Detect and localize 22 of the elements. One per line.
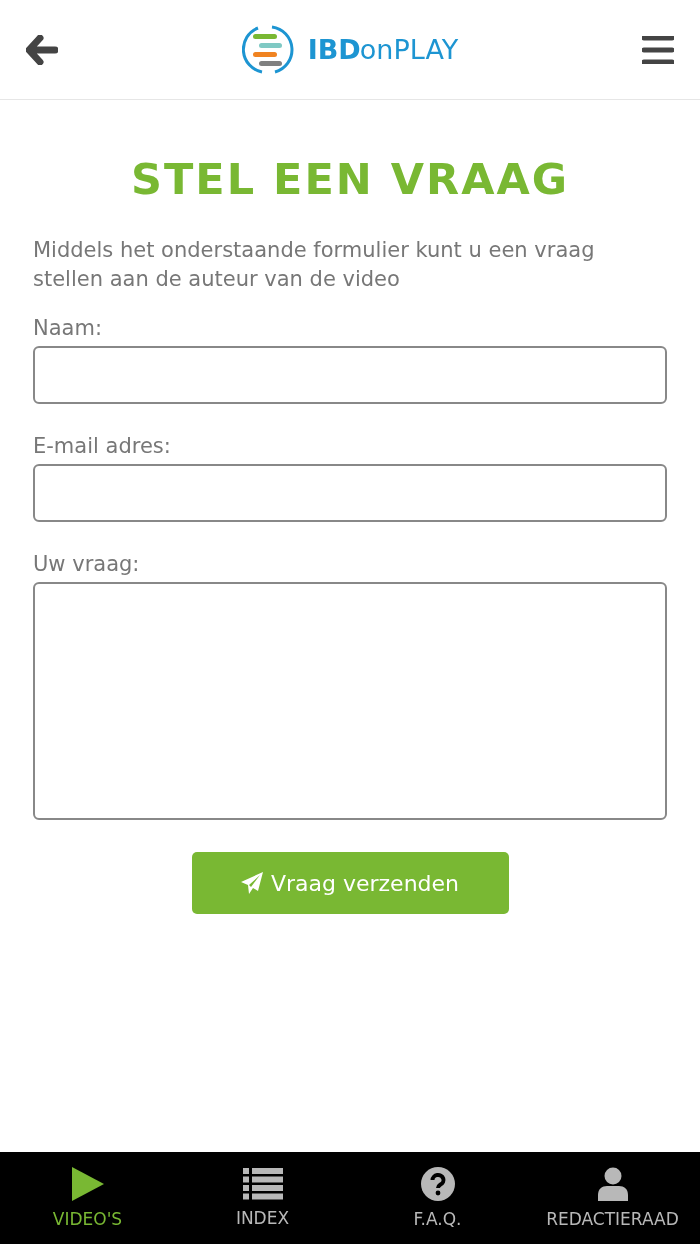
menu-button[interactable] bbox=[642, 35, 674, 64]
field-label: Uw vraag: bbox=[33, 552, 141, 576]
logo-icon bbox=[241, 23, 294, 76]
input-field[interactable] bbox=[33, 464, 667, 522]
field-label: Naam: bbox=[33, 316, 103, 340]
page-title: STEL EEN VRAAG bbox=[130, 154, 570, 204]
back-button[interactable] bbox=[26, 34, 58, 65]
intro-text: Middels het onderstaande formulier kunt u een vraag stellen aan de auteur van de video bbox=[33, 237, 596, 293]
send-icon bbox=[240, 872, 263, 894]
question-icon bbox=[420, 1167, 455, 1201]
person-icon bbox=[597, 1167, 628, 1201]
question-field[interactable] bbox=[33, 582, 667, 820]
field-label: E-mail adres: bbox=[33, 434, 172, 458]
logo-product: onPLAY bbox=[359, 34, 459, 65]
list-icon bbox=[242, 1168, 283, 1200]
tab-item[interactable]: VIDEO'S bbox=[0, 1152, 175, 1244]
tab-item[interactable]: INDEX bbox=[175, 1152, 350, 1244]
tab-item[interactable]: F.A.Q. bbox=[350, 1152, 525, 1244]
logo-brand: IBD bbox=[307, 34, 361, 65]
tab-item[interactable]: REDACTIERAAD bbox=[525, 1152, 700, 1244]
play-icon bbox=[71, 1167, 104, 1201]
input-field[interactable] bbox=[33, 346, 667, 404]
